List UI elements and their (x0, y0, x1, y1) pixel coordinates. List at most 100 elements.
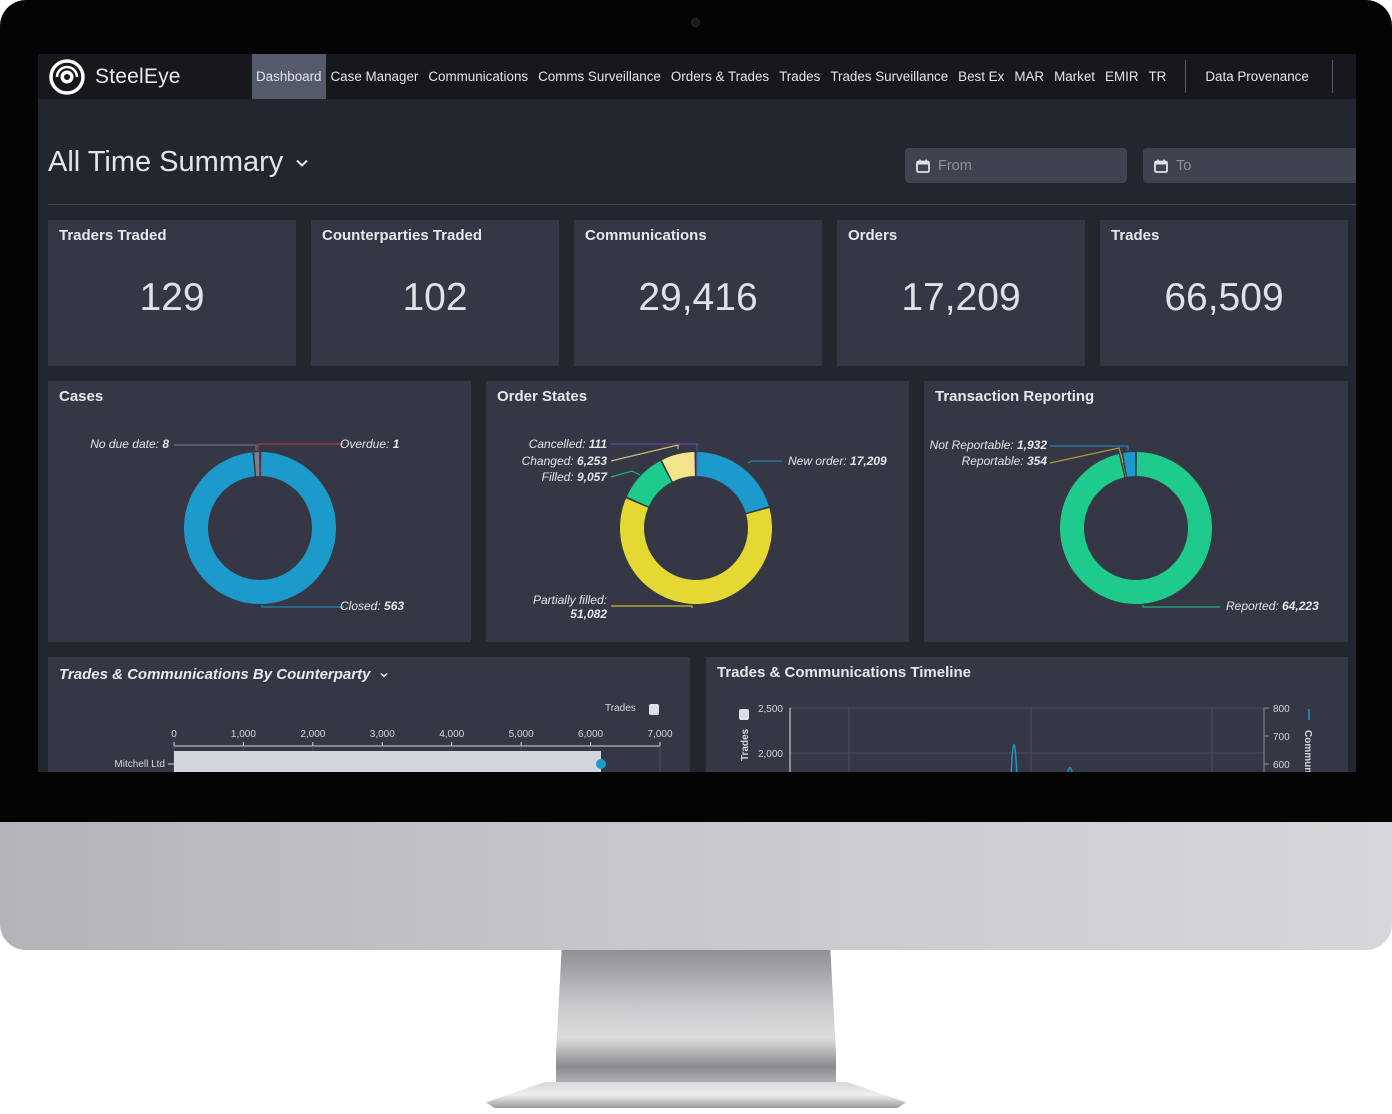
slice-label-name: New order (788, 454, 844, 468)
kpi-value: 29,416 (638, 276, 758, 319)
label-separator: : (570, 454, 577, 468)
leader-line (1142, 605, 1220, 608)
slice-label: Reportable: 354 (962, 454, 1047, 468)
nav-item-market[interactable]: Market (1049, 54, 1100, 99)
kpi-card-traders-traded[interactable]: Traders Traded 129 (48, 220, 296, 366)
slice-label: Reported: 64,223 (1226, 599, 1319, 613)
nav-item-dashboard[interactable]: Dashboard (252, 54, 326, 99)
nav-item-data-provenance[interactable]: Data Provenance (1200, 54, 1313, 99)
kpi-card-orders[interactable]: Orders 17,209 (837, 220, 1085, 366)
kpi-value: 66,509 (1164, 276, 1284, 319)
monitor-mockup: SteelEye Dashboard Case Manager Communicat… (0, 0, 1392, 1114)
nav-divider (1331, 60, 1333, 93)
kpi-label: Orders (848, 227, 898, 244)
slice-label-value: 111 (588, 437, 607, 451)
kpi-label: Counterparties Traded (322, 227, 483, 244)
slice-label-value: 6,253 (576, 454, 607, 468)
kpi-value: 17,209 (901, 276, 1021, 319)
bar-chart-svg: 0 1,000 2,000 3,000 4,000 5,000 6,000 7,000 Mitc… (114, 729, 673, 772)
nav-item-orders-trades[interactable]: Orders & Trades (666, 54, 774, 99)
trades-legend-swatch[interactable] (739, 709, 749, 720)
slice-label-name: Filled (541, 470, 571, 484)
slice-label-value: 563 (384, 599, 405, 613)
nav-item-trades[interactable]: Trades (774, 54, 825, 99)
donut-slice-partially-filled[interactable] (620, 498, 772, 604)
donut-slice-reported[interactable] (1060, 452, 1212, 604)
y2-tick-label: 700 (1273, 732, 1290, 743)
bar-mitchell-ltd[interactable] (174, 751, 601, 772)
x-tick-label: 3,000 (370, 729, 395, 740)
leader-line (257, 443, 344, 451)
leader-line (174, 444, 257, 451)
slice-label-name: No due date (90, 437, 156, 451)
summary-selector[interactable]: All Time Summary (48, 146, 309, 179)
nav-item-case-manager[interactable]: Case Manager (326, 54, 424, 99)
header-divider (48, 204, 1356, 205)
y2-axis-label: Communi (1302, 730, 1313, 772)
slice-label-value: 1,932 (1016, 438, 1047, 452)
slice-label: Cancelled: 111 (529, 437, 607, 451)
kpi-card-counterparties-traded[interactable]: Counterparties Traded 102 (311, 220, 559, 366)
nav-item-trades-surveillance[interactable]: Trades Surveillance (825, 54, 953, 99)
donut-slice-no-due-date[interactable] (254, 452, 260, 477)
x-tick-label: 4,000 (439, 729, 464, 740)
donut-chart-svg (174, 443, 344, 608)
nav-item-tr[interactable]: TR (1144, 54, 1172, 99)
app-screen: SteelEye Dashboard Case Manager Communicat… (38, 54, 1356, 772)
communications-marker[interactable] (595, 759, 606, 769)
leader-line (611, 605, 693, 608)
y2-tick-label: 800 (1273, 704, 1290, 715)
chevron-down-icon (296, 159, 308, 167)
label-separator: : (1010, 438, 1017, 452)
kpi-value: 102 (402, 276, 468, 319)
nav-item-communications[interactable]: Communications (423, 54, 533, 99)
x-tick-label: 1,000 (231, 729, 256, 740)
donut-slice-closed[interactable] (184, 452, 336, 604)
leader-line (261, 605, 344, 608)
x-tick-label: 2,000 (300, 729, 325, 740)
nav-item-mar[interactable]: MAR (1009, 54, 1049, 99)
from-date-input[interactable]: From (905, 148, 1127, 183)
slice-label-value: 8 (162, 437, 169, 451)
slice-label-name: Changed (521, 454, 571, 468)
x-tick-label: 5,000 (509, 729, 534, 740)
monitor-foot (486, 1082, 906, 1108)
counterparty-chart-card: Trades & Communications By Counterparty … (48, 657, 690, 772)
slice-label: New order: 17,209 (788, 454, 887, 468)
label-separator: : (570, 470, 577, 484)
communications-series-line[interactable] (1006, 744, 1074, 772)
to-placeholder: To (1176, 157, 1192, 174)
kpi-card-trades[interactable]: Trades 66,509 (1100, 220, 1348, 366)
calendar-icon (916, 159, 930, 173)
kpi-label: Trades (1111, 227, 1160, 244)
leader-line (610, 470, 641, 478)
y-tick-label: 2,000 (758, 749, 783, 760)
nav-divider (1185, 60, 1187, 93)
y-tick-label: 2,500 (758, 704, 783, 715)
kpi-card-communications[interactable]: Communications 29,416 (574, 220, 822, 366)
monitor-chin (0, 822, 1392, 950)
slice-label: No due date: 8 (90, 437, 169, 451)
donut-slice-filled[interactable] (626, 460, 672, 507)
slice-label-value: 64,223 (1282, 599, 1319, 613)
eye-logo-icon (49, 58, 85, 95)
camera-icon (691, 18, 700, 27)
slice-label: Overdue: 1 (340, 437, 399, 451)
nav-menu: Dashboard Case Manager Communications Comms… (252, 54, 1333, 99)
from-placeholder: From (938, 157, 972, 174)
brand[interactable]: SteelEye (38, 58, 252, 95)
slice-label-name: Not Reportable (929, 438, 1011, 452)
slice-label-name: Reportable (961, 454, 1021, 468)
leader-line (611, 443, 698, 451)
to-date-input[interactable]: To (1143, 148, 1356, 183)
nav-item-emir[interactable]: EMIR (1100, 54, 1143, 99)
kpi-label: Communications (585, 227, 707, 244)
slice-label: Partially filled: 51,082 (533, 593, 607, 621)
slice-label: Filled: 9,057 (542, 470, 607, 484)
top-navbar: SteelEye Dashboard Case Manager Communicat… (38, 54, 1356, 99)
slice-label-name: Reported (1226, 599, 1276, 613)
slice-label-value: 51,082 (570, 607, 607, 621)
timeline-chart-svg: Trades 2,500 2,000 800 700 600 Communi (739, 704, 1313, 772)
nav-item-best-ex[interactable]: Best Ex (953, 54, 1009, 99)
nav-item-comms-surveillance[interactable]: Comms Surveillance (533, 54, 666, 99)
